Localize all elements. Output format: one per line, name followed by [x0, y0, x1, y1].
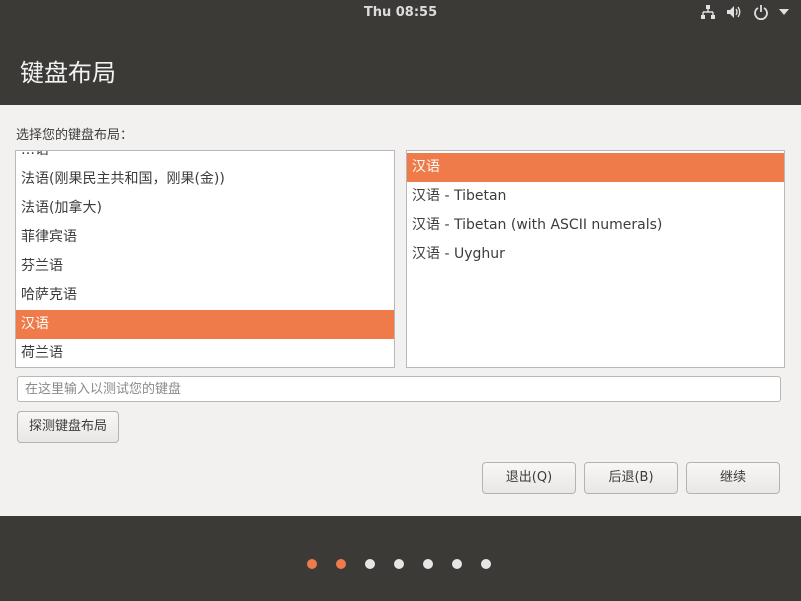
installer-header: 键盘布局 — [0, 27, 801, 105]
layout-list-item[interactable]: 芬兰语 — [16, 252, 394, 281]
volume-icon[interactable] — [726, 4, 743, 20]
system-tray[interactable] — [700, 4, 789, 20]
menu-arrow-icon[interactable] — [779, 8, 789, 16]
keyboard-test-field[interactable] — [17, 376, 781, 402]
keyboard-test-input[interactable] — [18, 377, 780, 401]
quit-button[interactable]: 退出(Q) — [482, 462, 576, 494]
layout-list-item[interactable]: 菲律宾语 — [16, 223, 394, 252]
variant-list-item[interactable]: 汉语 — [407, 153, 784, 182]
keyboard-layout-list[interactable]: …语 法语(刚果民主共和国，刚果(金)) 法语(加拿大) 菲律宾语 芬兰语 哈萨克语 汉语荷… — [15, 150, 395, 368]
layout-list-item[interactable]: 法语(加拿大) — [16, 194, 394, 223]
variant-list-item[interactable]: 汉语 - Tibetan — [407, 182, 784, 211]
layout-list-item[interactable]: …语 — [16, 151, 394, 165]
detect-keyboard-layout-button[interactable]: 探测键盘布局 — [17, 411, 119, 443]
progress-dots — [0, 559, 801, 569]
progress-dot — [423, 559, 433, 569]
power-icon[interactable] — [753, 4, 769, 20]
progress-dot — [365, 559, 375, 569]
progress-dot — [307, 559, 317, 569]
variant-list-item[interactable]: 汉语 - Tibetan (with ASCII numerals) — [407, 211, 784, 240]
keyboard-layout-list-items: …语 法语(刚果民主共和国，刚果(金)) 法语(加拿大) 菲律宾语 芬兰语 哈萨克语 汉语荷… — [16, 151, 394, 367]
progress-dot — [481, 559, 491, 569]
layout-list-item[interactable]: 荷兰语 — [16, 339, 394, 367]
keyboard-variant-list[interactable]: 汉语 汉语 - Tibetan 汉语 - Tibetan (with ASCII n… — [406, 150, 785, 368]
progress-dot — [452, 559, 462, 569]
clock[interactable]: Thu 08:55 — [0, 5, 801, 20]
progress-dot — [336, 559, 346, 569]
back-button[interactable]: 后退(B) — [584, 462, 678, 494]
continue-button[interactable]: 继续 — [686, 462, 780, 494]
progress-dot — [394, 559, 404, 569]
layout-list-item[interactable]: 哈萨克语 — [16, 281, 394, 310]
top-panel: Thu 08:55 — [0, 0, 801, 27]
page-title: 键盘布局 — [20, 59, 116, 87]
layout-list-item[interactable]: 汉语 — [16, 310, 394, 339]
layout-list-item[interactable]: 法语(刚果民主共和国，刚果(金)) — [16, 165, 394, 194]
network-icon[interactable] — [700, 4, 716, 20]
variant-list-item[interactable]: 汉语 - Uyghur — [407, 240, 784, 269]
layout-prompt-label: 选择您的键盘布局： — [16, 128, 134, 143]
keyboard-variant-list-items: 汉语 汉语 - Tibetan 汉语 - Tibetan (with ASCII n… — [407, 153, 784, 269]
